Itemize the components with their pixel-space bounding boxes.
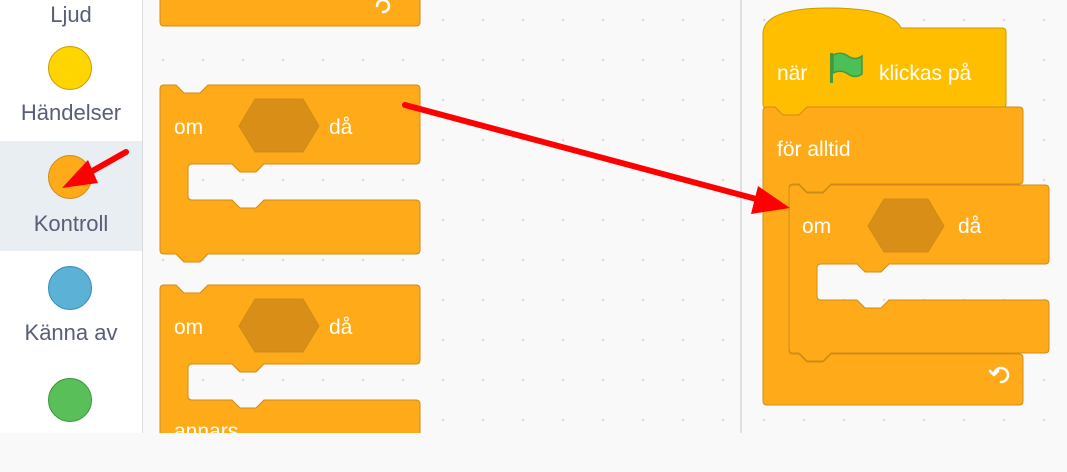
red-drag-arrow-icon [402,102,790,214]
annotation-overlay [62,102,790,214]
red-arrow-icon [62,149,129,188]
